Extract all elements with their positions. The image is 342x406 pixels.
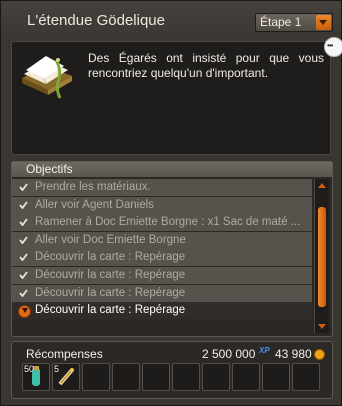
step-dropdown[interactable]: Étape 1 <box>255 13 333 32</box>
quest-book-icon <box>22 56 72 99</box>
rewards-panel: Récompenses 2 500 000 XP 43 980 50 5 <box>11 341 333 399</box>
reward-slot-empty <box>82 363 110 391</box>
reward-slot-empty <box>172 363 200 391</box>
check-icon <box>19 236 28 244</box>
scrollbar-thumb[interactable] <box>318 207 326 307</box>
objective-label: Aller voir Doc Emiette Borgne <box>35 233 186 246</box>
description-panel: Des Égarés ont insisté pour que vous ren… <box>11 41 331 155</box>
objective-item[interactable]: Découvrir la carte : Repérage <box>12 284 312 302</box>
objective-item-current[interactable]: Découvrir la carte : Repérage <box>12 302 312 320</box>
scroll-down-arrow-icon[interactable] <box>317 322 327 331</box>
objectives-scrollbar[interactable] <box>314 179 329 333</box>
check-icon <box>19 218 28 227</box>
objectives-list: Prendre les matériaux. Aller voir Agent … <box>12 179 312 320</box>
objectives-header: Objectifs <box>12 162 332 177</box>
objective-item[interactable]: Découvrir la carte : Repérage <box>12 249 312 267</box>
reward-slot-empty <box>262 363 290 391</box>
xp-icon: XP <box>259 346 270 355</box>
objective-label: Découvrir la carte : Repérage <box>35 304 186 317</box>
quest-title: L'étendue Gödelique <box>27 12 165 29</box>
scroll-up-arrow-icon[interactable] <box>317 181 327 190</box>
rewards-title: Récompenses <box>26 347 103 361</box>
objective-label: Découvrir la carte : Repérage <box>35 286 186 299</box>
objectives-panel: Objectifs Prendre les matériaux. Aller v… <box>11 161 333 337</box>
quest-description: Des Égarés ont insisté pour que vous ren… <box>88 51 324 80</box>
objective-label: Aller voir Agent Daniels <box>35 198 154 211</box>
check-icon <box>19 271 28 279</box>
step-dropdown-value: Étape 1 <box>260 15 302 29</box>
objective-item[interactable]: Aller voir Doc Emiette Borgne <box>12 231 312 249</box>
rewards-kamas: 2 500 000 <box>202 347 256 361</box>
check-icon <box>19 201 28 209</box>
current-objective-icon <box>18 305 31 319</box>
title-bar[interactable]: L'étendue Gödelique Étape 1 <box>1 1 341 39</box>
reward-slot[interactable]: 50 <box>22 363 50 391</box>
reward-slot-empty <box>142 363 170 391</box>
objective-item[interactable]: Prendre les matériaux. <box>12 179 312 196</box>
reward-slot-empty <box>112 363 140 391</box>
kamas-icon <box>314 349 325 360</box>
check-icon <box>19 183 28 191</box>
quest-window: L'étendue Gödelique Étape 1 Des Égarés o… <box>0 0 342 406</box>
reward-slot-empty <box>292 363 320 391</box>
objective-label: Prendre les matériaux. <box>35 181 151 193</box>
reward-slot[interactable]: 5 <box>52 363 80 391</box>
reward-quantity: 50 <box>24 364 35 374</box>
reward-slot-empty <box>232 363 260 391</box>
rewards-xp: 43 980 <box>275 347 312 361</box>
reward-quantity: 5 <box>54 364 60 374</box>
objective-item[interactable]: Ramener à Doc Emiette Borgne : x1 Sac de… <box>12 214 312 232</box>
reward-slot-empty <box>202 363 230 391</box>
check-icon <box>19 253 28 262</box>
more-options-button[interactable] <box>324 37 342 57</box>
objective-label: Découvrir la carte : Repérage <box>35 251 186 264</box>
objective-item[interactable]: Découvrir la carte : Repérage <box>12 266 312 284</box>
objective-label: Ramener à Doc Emiette Borgne : x1 Sac de… <box>35 216 301 229</box>
chevron-down-icon[interactable] <box>316 15 331 30</box>
check-icon <box>19 289 28 297</box>
objective-item[interactable]: Aller voir Agent Daniels <box>12 196 312 214</box>
objective-label: Découvrir la carte : Repérage <box>35 268 186 281</box>
